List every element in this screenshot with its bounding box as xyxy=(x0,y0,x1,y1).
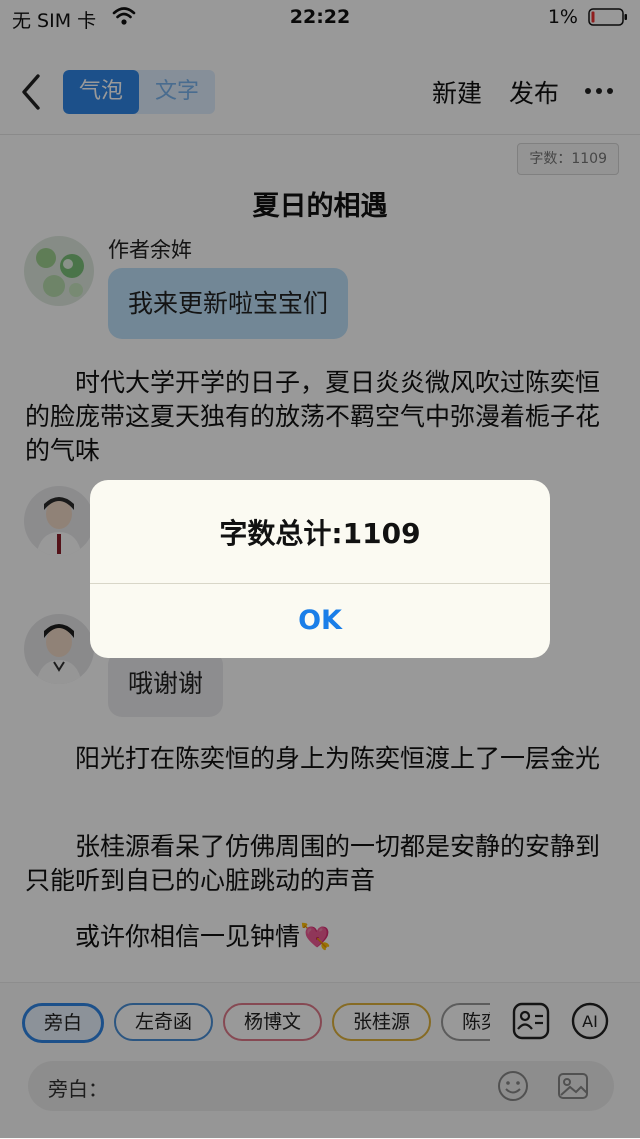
ok-button[interactable]: OK xyxy=(90,584,550,658)
word-count-alert: 字数总计:1109 OK xyxy=(90,480,550,658)
alert-message: 字数总计:1109 xyxy=(219,517,421,550)
